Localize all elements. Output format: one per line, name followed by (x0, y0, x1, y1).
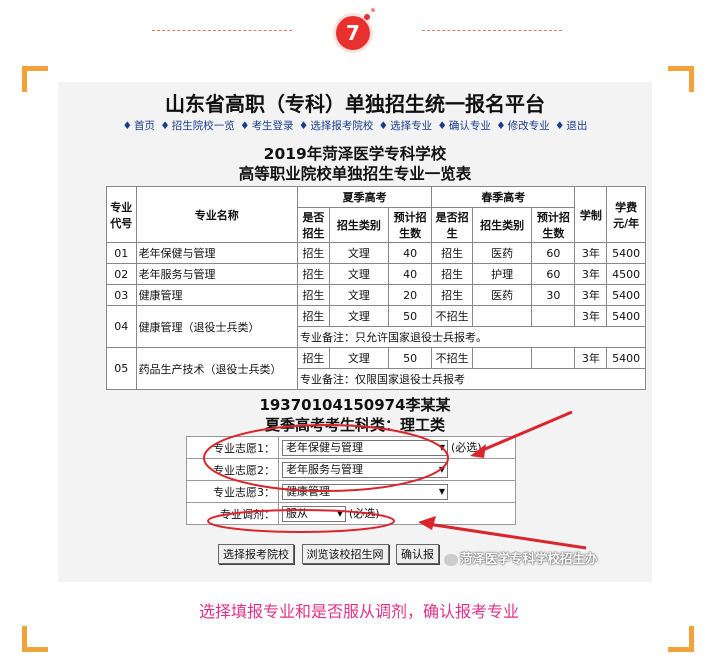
frame-corner (22, 626, 48, 652)
decor-dot (364, 14, 370, 20)
decor-dot (371, 8, 375, 12)
col-summer-enroll: 是否招生 (297, 207, 330, 243)
col-code: 专业代号 (106, 186, 137, 243)
col-spring-type: 招生类别 (472, 207, 533, 243)
choice1-label: 专业志愿1： (186, 436, 279, 459)
col-fee: 学费元/年 (606, 186, 646, 243)
major-note: 专业备注：只允许国家退役士兵报考。 (297, 326, 646, 348)
col-spring-plan: 预计招生数 (531, 207, 576, 243)
nav-schools-link[interactable]: 招生院校一览 (172, 120, 235, 132)
school-title-line1: 2019年菏泽医学专科学校 (263, 145, 447, 163)
choice3-select[interactable]: 健康管理 ▼ (282, 483, 448, 500)
watermark: 菏泽医学专科学校招生办 (444, 548, 598, 567)
dotted-divider-right (422, 30, 562, 31)
col-summer-type: 招生类别 (328, 207, 389, 243)
choice1-select[interactable]: 老年保健与管理 ▼ (282, 440, 448, 456)
wechat-logo-icon (444, 553, 458, 566)
choice3-label: 专业志愿3： (186, 480, 279, 503)
school-title: 2019年菏泽医学专科学校 高等职业院校单独招生专业一览表 (58, 144, 652, 184)
step-header: 7 (0, 0, 718, 58)
dropdown-arrow-icon: ▼ (336, 509, 343, 518)
major-choice-form: 专业志愿1： 老年保健与管理 ▼ (必选) 专业志愿2： 老年服务与管理 ▼ 专… (186, 436, 516, 525)
nav-home-link[interactable]: 首页 (134, 120, 155, 132)
platform-title: 山东省高职（专科）单独招生统一报名平台 (165, 92, 545, 116)
dropdown-arrow-icon: ▼ (438, 464, 445, 474)
col-years: 学制 (574, 186, 608, 243)
confirm-button[interactable]: 确认报 (396, 544, 439, 564)
table-row: 02 老年服务与管理 招生 文理 40 招生 护理 60 3年 4500 (106, 263, 646, 285)
nav-confirm-major-link[interactable]: 确认专业 (449, 120, 491, 132)
choose-school-button[interactable]: 选择报考院校 (218, 544, 294, 564)
nav-login-link[interactable]: 考生登录 (252, 120, 294, 132)
frame-corner (668, 626, 694, 652)
table-row: 04 健康管理（退役士兵类） 招生 文理 50 不招生 3年 5400 (106, 305, 646, 348)
col-name: 专业名称 (135, 186, 299, 243)
student-id-name: 19370104150974李某某 (259, 396, 451, 414)
majors-table: 专业代号 专业名称 夏季高考 春季高考 学制 学费元/年 是否招生 招生类别 预… (106, 186, 646, 390)
choice2-label: 专业志愿2： (186, 458, 279, 481)
col-summer: 夏季高考 (297, 186, 433, 208)
adjust-select[interactable]: 服从 ▼ (282, 506, 346, 522)
browse-school-site-button[interactable]: 浏览该校招生网 (301, 544, 389, 564)
frame-corner (22, 66, 48, 92)
student-category: 夏季高考考生科类：理工类 (264, 416, 445, 434)
action-buttons: 选择报考院校 浏览该校招生网 确认报 (218, 544, 443, 564)
nav-choose-major-link[interactable]: 选择专业 (390, 120, 432, 132)
adjust-label: 专业调剂： (186, 502, 279, 525)
major-note: 专业备注：仅限国家退役士兵报考 (297, 368, 646, 390)
step-caption: 选择填报专业和是否服从调剂，确认报考专业 (198, 602, 519, 621)
table-row: 01 老年保健与管理 招生 文理 40 招生 医药 60 3年 5400 (106, 242, 646, 264)
col-summer-plan: 预计招生数 (387, 207, 433, 243)
dropdown-arrow-icon: ▼ (438, 443, 445, 452)
required-note: (必选) (451, 441, 482, 454)
nav-logout-link[interactable]: 退出 (566, 120, 587, 132)
nav-choose-school-link[interactable]: 选择报考院校 (310, 120, 373, 132)
required-note: (必选) (349, 507, 380, 520)
dotted-divider-left (152, 30, 292, 31)
col-spring-enroll: 是否招生 (431, 207, 474, 243)
frame-corner (668, 66, 694, 92)
col-spring: 春季高考 (431, 186, 576, 208)
dropdown-arrow-icon: ▼ (438, 486, 445, 496)
step-number-badge: 7 (336, 16, 370, 50)
nav-bar: ♦ 首页 ♦ 招生院校一览 ♦ 考生登录 ♦ 选择报考院校 ♦ 选择专业 ♦ 确认专业 ♦ 修… (122, 120, 588, 132)
registration-page: 山东省高职（专科）单独招生统一报名平台 ♦ 首页 ♦ 招生院校一览 ♦ 考生登录 ♦ 选… (58, 82, 652, 582)
table-row: 03 健康管理 招生 文理 20 招生 医药 30 3年 5400 (106, 284, 646, 306)
school-title-line2: 高等职业院校单独招生专业一览表 (238, 165, 472, 183)
choice2-select[interactable]: 老年服务与管理 ▼ (282, 461, 448, 478)
table-row: 05 药品生产技术（退役士兵类） 招生 文理 50 不招生 3年 5400 (106, 347, 646, 390)
nav-modify-major-link[interactable]: 修改专业 (508, 120, 550, 132)
